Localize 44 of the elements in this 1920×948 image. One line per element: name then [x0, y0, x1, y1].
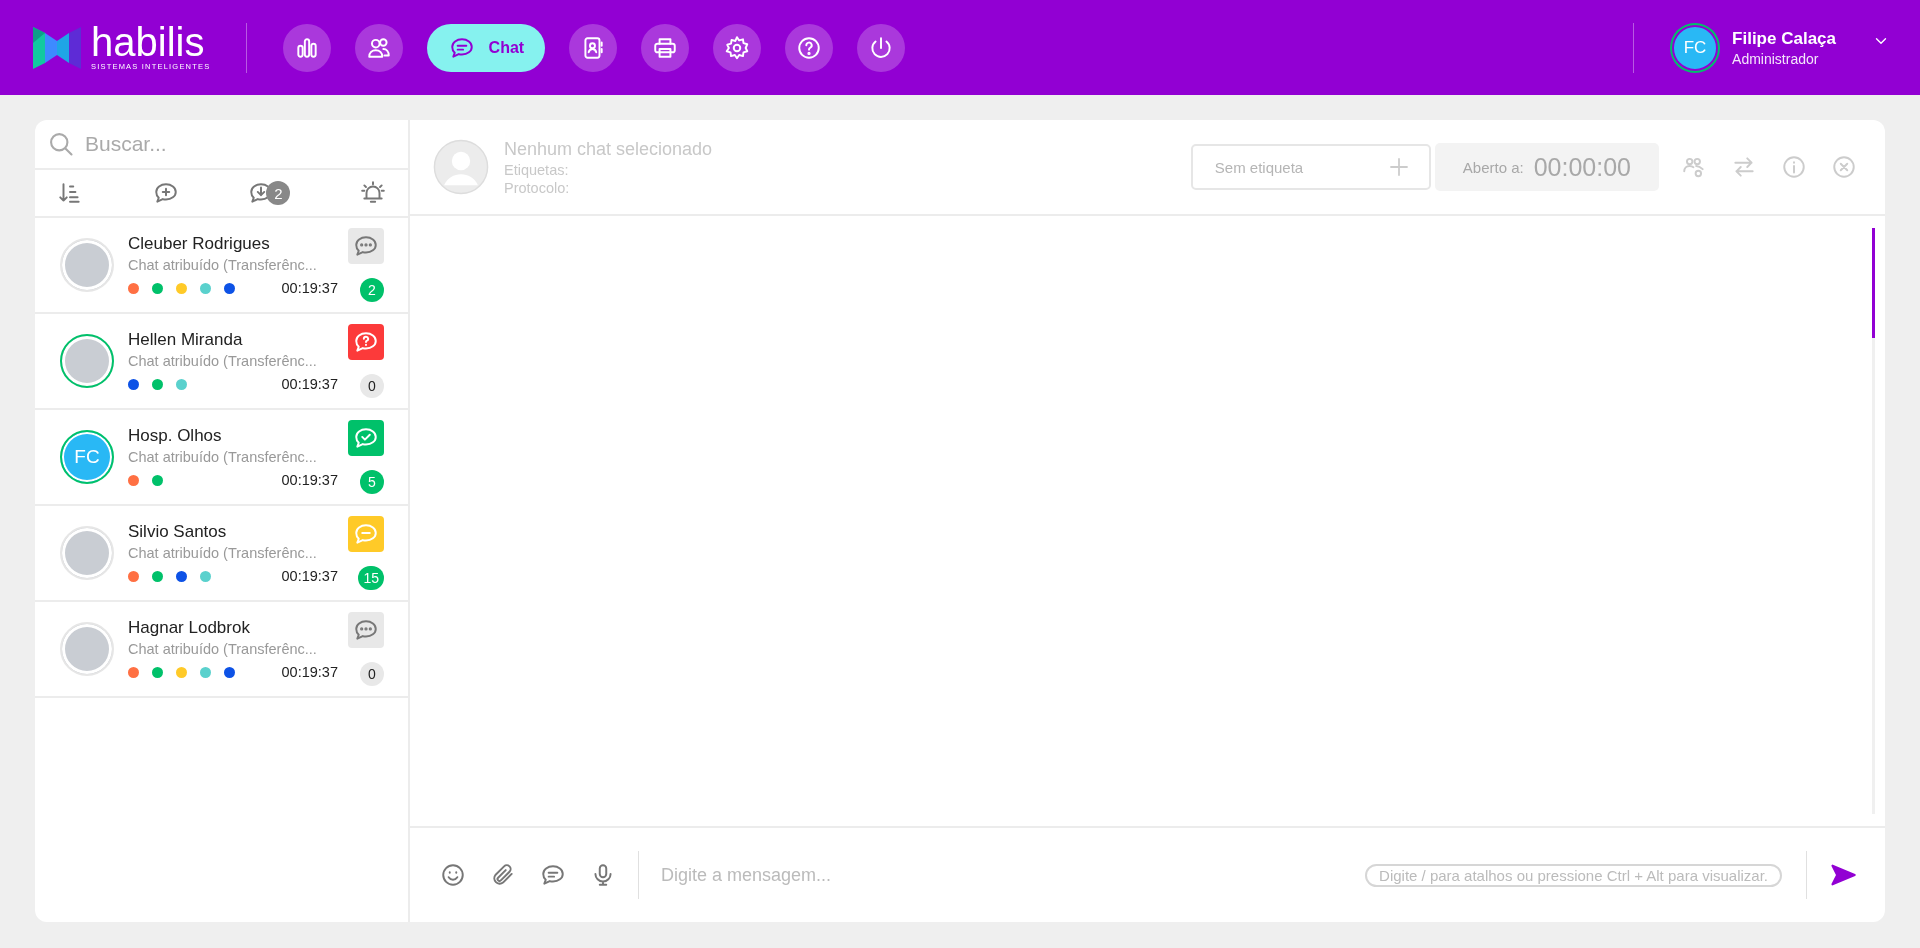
unread-count: 5: [360, 470, 384, 494]
last-message-preview: Chat atribuído (Transferênc...: [128, 353, 318, 369]
shortcut-hint: Digite / para atalhos ou pressione Ctrl + Alt para visualizar.: [1365, 863, 1782, 887]
timer-value: 00:00:00: [1533, 152, 1631, 182]
unread-count: 0: [360, 662, 384, 686]
paperclip-icon[interactable]: [490, 862, 516, 888]
incoming-chats-button[interactable]: 2: [248, 180, 291, 206]
user-role: Administrador: [1732, 50, 1820, 67]
contact-name: Hosp. Olhos: [128, 426, 223, 446]
unread-count: 15: [358, 566, 384, 590]
chat-time: 00:19:37: [281, 280, 338, 296]
user-name: Filipe Calaça: [1732, 28, 1836, 49]
bell-icon[interactable]: [359, 180, 386, 206]
unread-count: 0: [360, 374, 384, 398]
message-input[interactable]: Digite a mensagem...: [661, 864, 1366, 886]
logo-wordmark: habilis: [91, 24, 206, 60]
contact-name: Hagnar Lodbrok: [128, 618, 251, 638]
last-message-preview: Chat atribuído (Transferênc...: [128, 641, 318, 657]
settings-icon: [724, 34, 751, 61]
chat-lines-icon[interactable]: [540, 862, 566, 888]
help-icon: [796, 34, 823, 61]
unread-count: 2: [360, 278, 384, 302]
contact-name: Silvio Santos: [128, 522, 228, 542]
chat-tab[interactable]: Chat: [427, 23, 546, 72]
emoji-icon[interactable]: [440, 862, 466, 888]
contact-silhouette-icon: [432, 138, 490, 196]
contact-avatar: FC: [60, 430, 114, 484]
user-avatar[interactable]: FC: [1672, 24, 1719, 71]
count-badge: 2: [266, 181, 291, 205]
chat-time: 00:19:37: [281, 472, 338, 488]
chat-time: 00:19:37: [281, 376, 338, 392]
search-icon: [47, 130, 75, 158]
last-message-preview: Chat atribuído (Transferênc...: [128, 257, 318, 273]
last-message-preview: Chat atribuído (Transferênc...: [128, 545, 318, 561]
timer-caption: Aberto a:: [1462, 158, 1524, 176]
chat-plus-icon[interactable]: [152, 180, 179, 206]
search-field[interactable]: Buscar...: [85, 132, 396, 156]
contact-name: Cleuber Rodrigues: [128, 234, 271, 254]
tag-field[interactable]: Sem etiqueta: [1190, 144, 1431, 190]
chat-time: 00:19:37: [281, 568, 338, 584]
contact-name: Hellen Miranda: [128, 330, 244, 350]
last-message-preview: Chat atribuído (Transferênc...: [128, 449, 318, 465]
chat-time: 00:19:37: [281, 664, 338, 680]
sort-icon[interactable]: [57, 180, 83, 206]
